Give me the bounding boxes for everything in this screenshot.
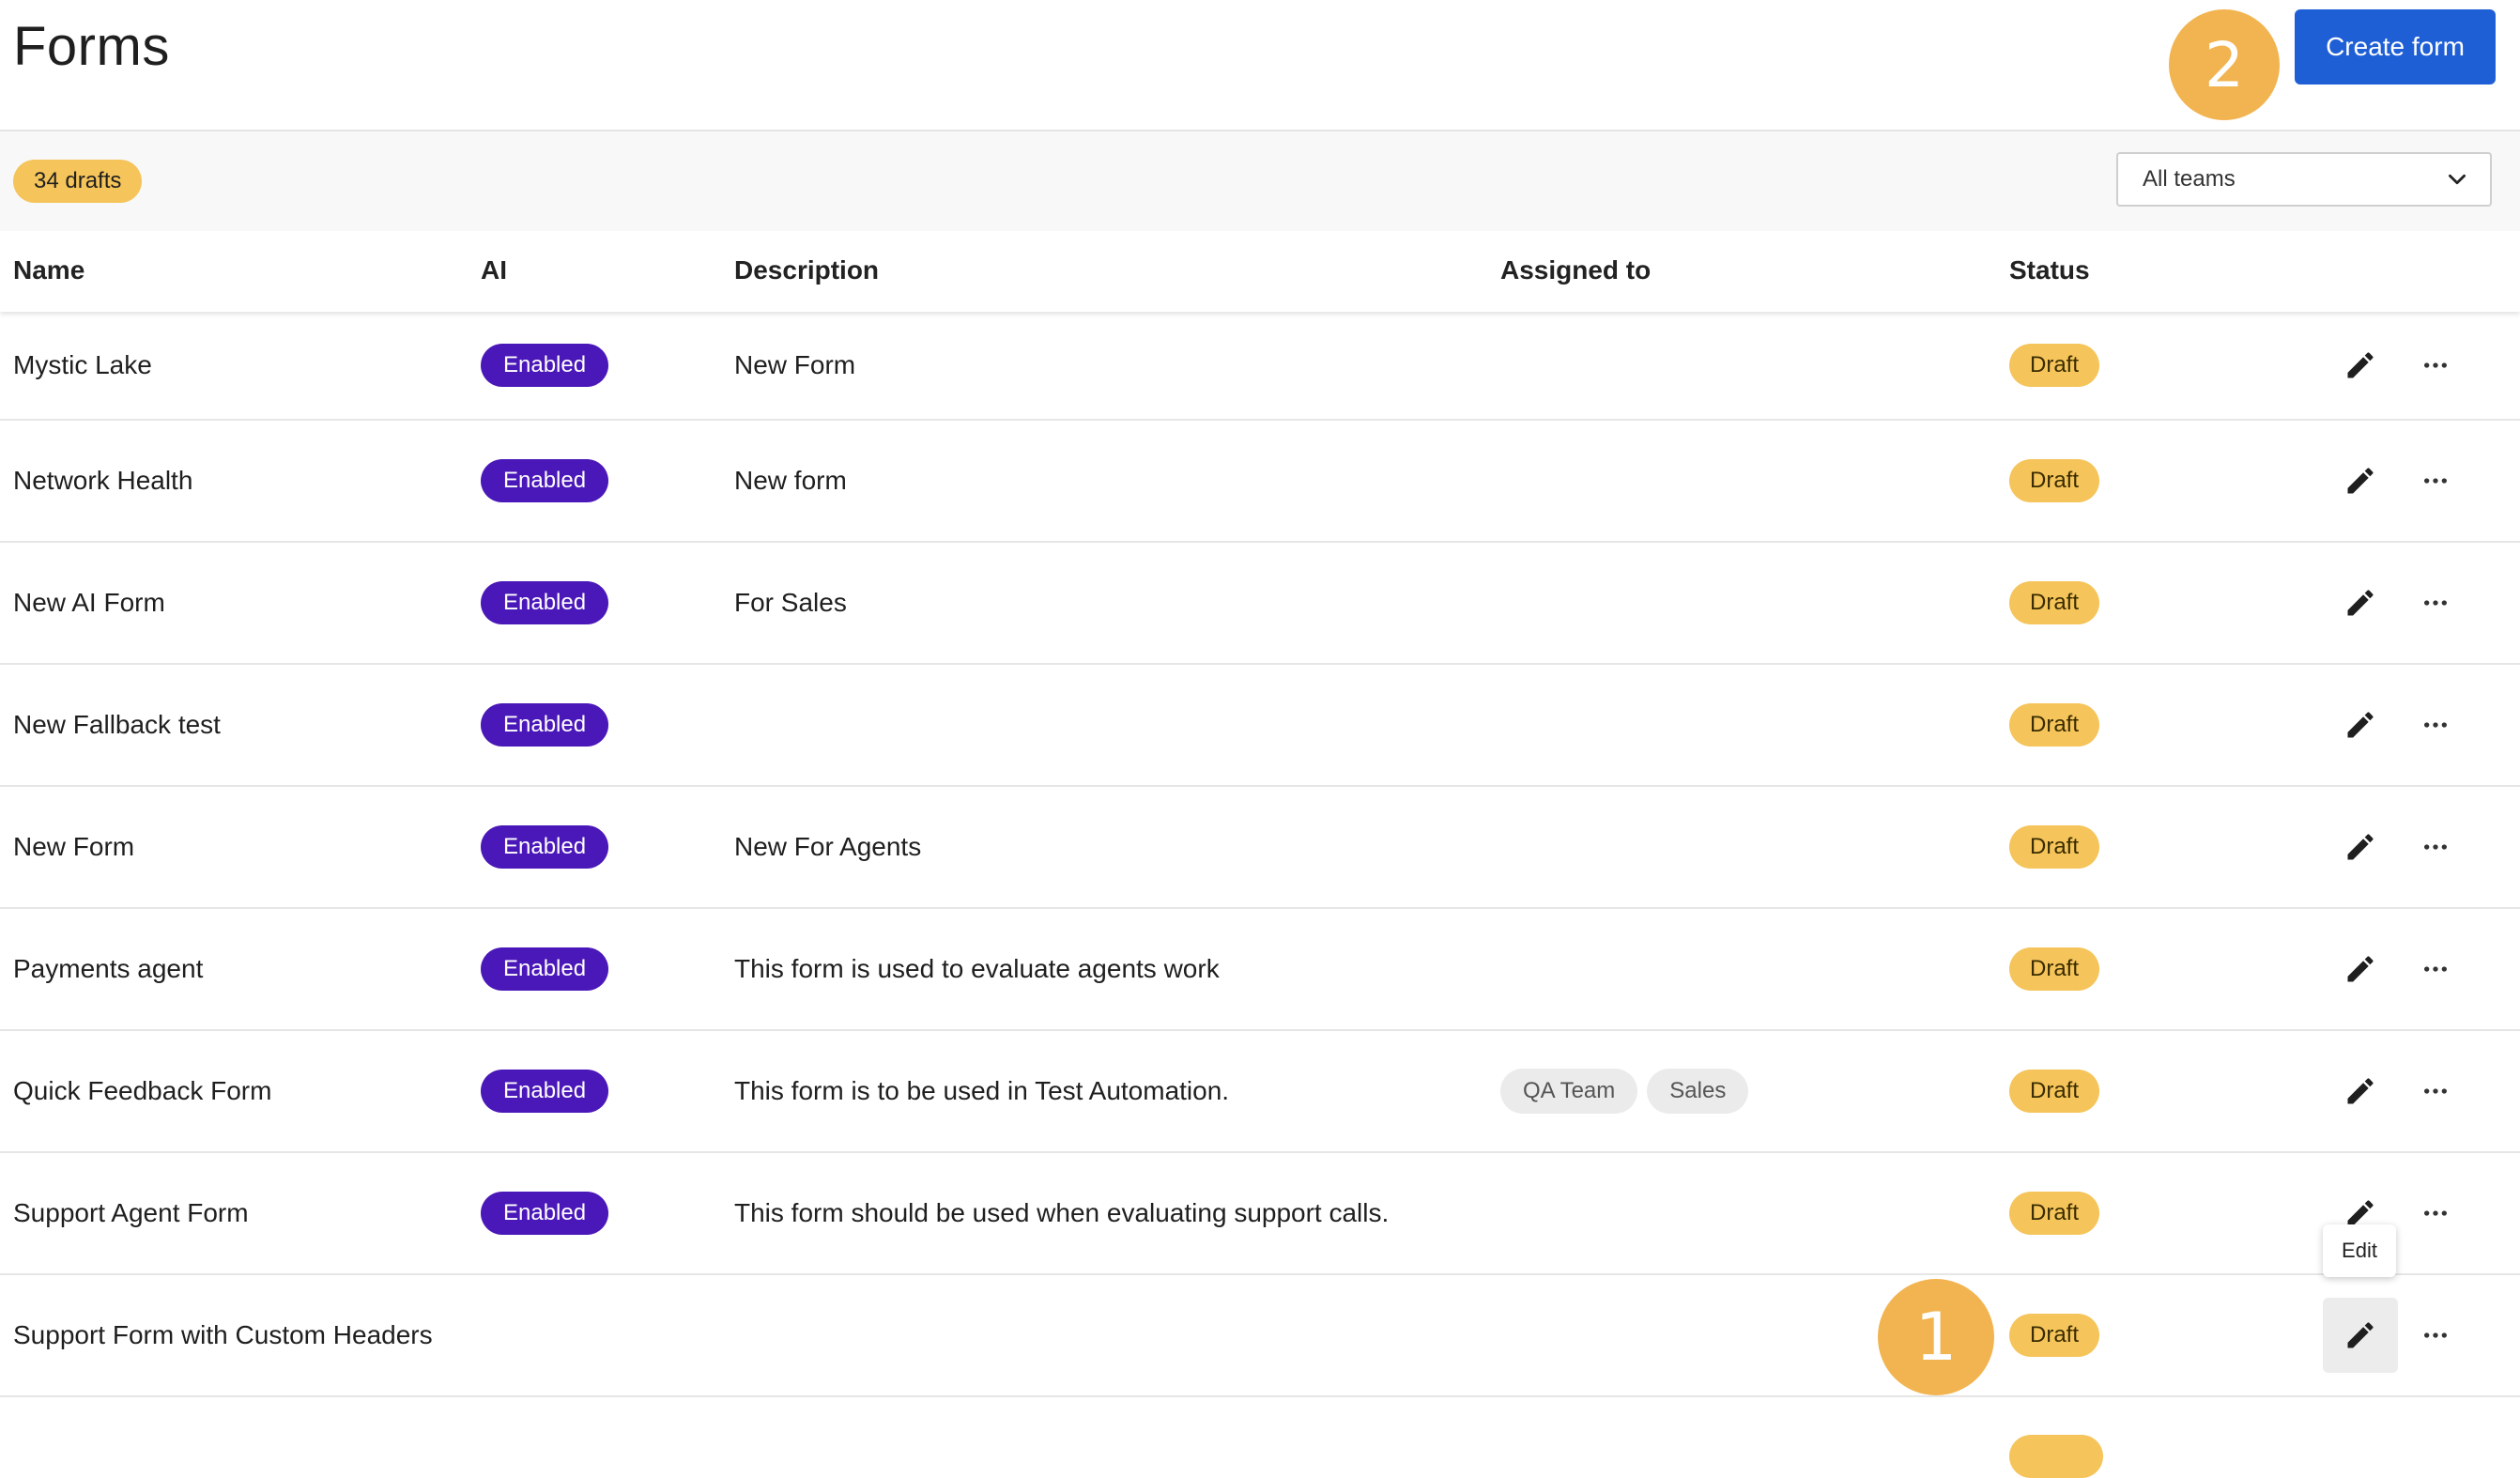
form-description: This form is used to evaluate agents wor… [734, 954, 1220, 983]
ai-enabled-badge: Enabled [481, 581, 609, 624]
team-filter-value: All teams [2143, 166, 2236, 192]
table-row[interactable]: Network Health Enabled New form Draft [0, 421, 2520, 543]
more-options-button[interactable] [2413, 702, 2458, 747]
column-header-description[interactable]: Description [734, 255, 879, 285]
column-header-assigned-to[interactable]: Assigned to [1500, 255, 1651, 285]
more-options-button[interactable] [2413, 1069, 2458, 1114]
status-badge: Draft [2009, 1314, 2100, 1357]
more-horizontal-icon [2420, 350, 2451, 380]
pencil-icon [2343, 952, 2377, 986]
form-description: New form [734, 466, 847, 495]
pencil-icon [2343, 348, 2377, 382]
form-name[interactable]: New Form [13, 832, 134, 862]
chevron-down-icon [2449, 174, 2466, 185]
status-badge: Draft [2009, 703, 2100, 747]
page-title: Forms [13, 16, 170, 77]
table-row[interactable]: Mystic Lake Enabled New Form Draft [0, 312, 2520, 421]
ai-enabled-badge: Enabled [481, 344, 609, 387]
pencil-icon [2343, 708, 2377, 742]
column-header-ai[interactable]: AI [481, 255, 507, 285]
edit-button[interactable] [2323, 809, 2398, 885]
form-description: This form is to be used in Test Automati… [734, 1076, 1230, 1105]
team-filter-select[interactable]: All teams [2116, 152, 2492, 207]
more-horizontal-icon [2420, 832, 2451, 862]
table-row[interactable]: Quick Feedback Form Enabled This form is t… [0, 1031, 2520, 1153]
more-options-button[interactable] [2413, 1191, 2458, 1236]
pencil-icon [2343, 1074, 2377, 1108]
edit-button[interactable] [2323, 1054, 2398, 1129]
status-badge: Draft [2009, 581, 2100, 624]
more-horizontal-icon [2420, 710, 2451, 740]
more-horizontal-icon [2420, 466, 2451, 496]
form-description: This form should be used when evaluating… [734, 1198, 1390, 1227]
table-row[interactable]: New AI Form Enabled For Sales Draft [0, 543, 2520, 665]
team-tag: Sales [1647, 1069, 1749, 1114]
ai-enabled-badge: Enabled [481, 459, 609, 502]
form-name[interactable]: Mystic Lake [13, 350, 152, 380]
more-horizontal-icon [2420, 954, 2451, 984]
form-name[interactable]: Payments agent [13, 954, 203, 984]
pencil-icon [2343, 586, 2377, 620]
form-name[interactable]: Quick Feedback Form [13, 1076, 271, 1106]
ai-enabled-badge: Enabled [481, 947, 609, 991]
form-name[interactable]: New Fallback test [13, 710, 221, 740]
drafts-count-badge[interactable]: 34 drafts [13, 160, 143, 203]
more-options-button[interactable] [2413, 580, 2458, 625]
ai-enabled-badge: Enabled [481, 1192, 609, 1235]
pencil-icon [2343, 1318, 2377, 1352]
team-tag: QA Team [1500, 1069, 1638, 1114]
more-options-button[interactable] [2413, 343, 2458, 388]
column-header-name[interactable]: Name [13, 255, 85, 285]
more-horizontal-icon [2420, 1320, 2451, 1350]
table-body: Mystic Lake Enabled New Form Draft Network H… [0, 312, 2520, 1397]
more-horizontal-icon [2420, 1198, 2451, 1228]
table-row[interactable]: New Fallback test Enabled Draft [0, 665, 2520, 787]
edit-button[interactable] [2323, 687, 2398, 762]
form-description: New Form [734, 350, 856, 379]
pencil-icon [2343, 464, 2377, 498]
create-form-button[interactable]: Create form [2295, 9, 2496, 85]
column-header-status[interactable]: Status [2009, 255, 2090, 285]
edit-button[interactable] [2323, 443, 2398, 518]
edit-button[interactable] [2323, 565, 2398, 640]
table-row[interactable]: New Form Enabled New For Agents Draft [0, 787, 2520, 909]
ai-enabled-badge: Enabled [481, 1070, 609, 1113]
edit-button[interactable] [2323, 931, 2398, 1007]
status-badge: Draft [2009, 344, 2100, 387]
form-name[interactable]: Support Agent Form [13, 1198, 249, 1228]
assigned-teams: QA Team Sales [1500, 1069, 1749, 1114]
more-options-button[interactable] [2413, 824, 2458, 870]
step-badge-1: 1 [1878, 1279, 1994, 1395]
pencil-icon [2343, 830, 2377, 864]
form-name[interactable]: Support Form with Custom Headers [13, 1320, 433, 1350]
toolbar: 34 drafts All teams [0, 130, 2520, 233]
form-description: New For Agents [734, 832, 922, 861]
more-options-button[interactable] [2413, 947, 2458, 992]
table-row[interactable]: Support Agent Form Enabled This form shoul… [0, 1153, 2520, 1275]
edit-tooltip: Edit [2323, 1224, 2396, 1277]
form-name[interactable]: New AI Form [13, 588, 165, 618]
more-horizontal-icon [2420, 1076, 2451, 1106]
status-badge: Draft [2009, 947, 2100, 991]
more-options-button[interactable] [2413, 1313, 2458, 1358]
status-badge: Draft [2009, 459, 2100, 502]
table-header: Name AI Description Assigned to Status [0, 231, 2520, 312]
edit-button[interactable] [2323, 1298, 2398, 1373]
more-options-button[interactable] [2413, 458, 2458, 503]
edit-button[interactable] [2323, 328, 2398, 403]
status-badge [2009, 1435, 2103, 1478]
form-description: For Sales [734, 588, 847, 617]
status-badge: Draft [2009, 1070, 2100, 1113]
table-row[interactable]: Payments agent Enabled This form is used t… [0, 909, 2520, 1031]
step-badge-2: 2 [2169, 9, 2280, 120]
ai-enabled-badge: Enabled [481, 703, 609, 747]
more-horizontal-icon [2420, 588, 2451, 618]
ai-enabled-badge: Enabled [481, 825, 609, 869]
form-name[interactable]: Network Health [13, 466, 192, 496]
status-badge: Draft [2009, 825, 2100, 869]
status-badge: Draft [2009, 1192, 2100, 1235]
table-row[interactable]: Support Form with Custom Headers Draft [0, 1275, 2520, 1397]
